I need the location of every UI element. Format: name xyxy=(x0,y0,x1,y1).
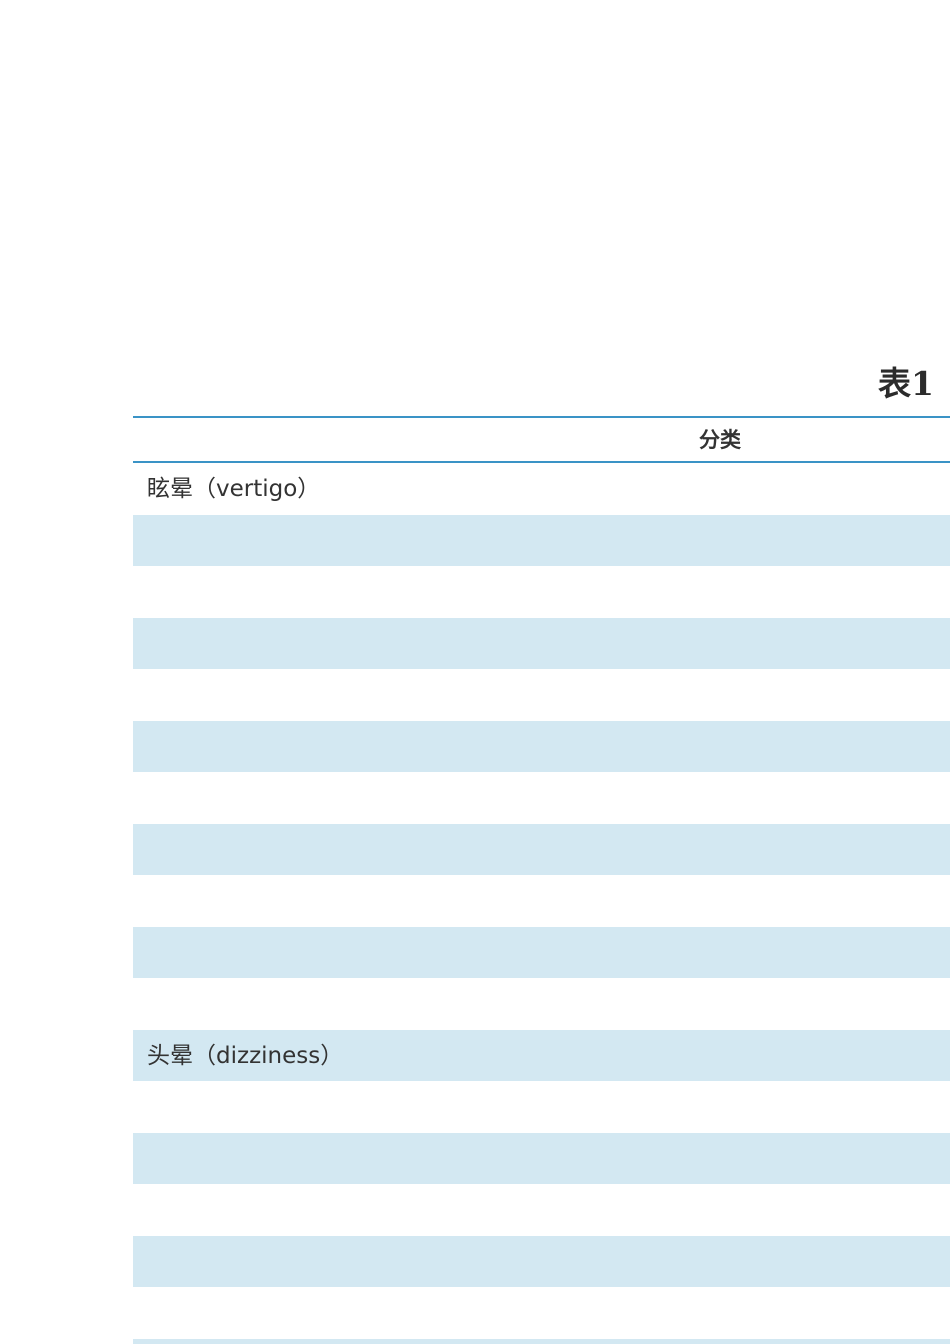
table-row xyxy=(133,514,950,566)
table-row xyxy=(133,617,950,669)
table-row xyxy=(133,978,950,1030)
table-row xyxy=(133,875,950,927)
table-row: 头晕（dizziness） xyxy=(133,1029,950,1081)
table-row xyxy=(133,772,950,824)
table-row xyxy=(133,1184,950,1236)
table-row xyxy=(133,1287,950,1339)
table-body: 眩晕（vertigo） 头晕（dizziness） xyxy=(133,463,950,1344)
table-row xyxy=(133,720,950,772)
table-row xyxy=(133,1132,950,1184)
row-label: 头晕（dizziness） xyxy=(147,1042,344,1069)
table-row xyxy=(133,669,950,721)
table-row xyxy=(133,566,950,618)
classification-table: 分类 眩晕（vertigo） 头晕（dizziness） xyxy=(133,416,950,1344)
table-row xyxy=(133,1235,950,1287)
row-label: 眩晕（vertigo） xyxy=(147,476,321,502)
table-header-row: 分类 xyxy=(133,418,950,461)
table-title: 表1 xyxy=(878,364,934,403)
table-row xyxy=(133,926,950,978)
header-category: 分类 xyxy=(699,428,741,452)
table-row xyxy=(133,823,950,875)
table-row: 眩晕（vertigo） xyxy=(133,463,950,515)
table-row xyxy=(133,1338,950,1344)
table-row xyxy=(133,1081,950,1133)
